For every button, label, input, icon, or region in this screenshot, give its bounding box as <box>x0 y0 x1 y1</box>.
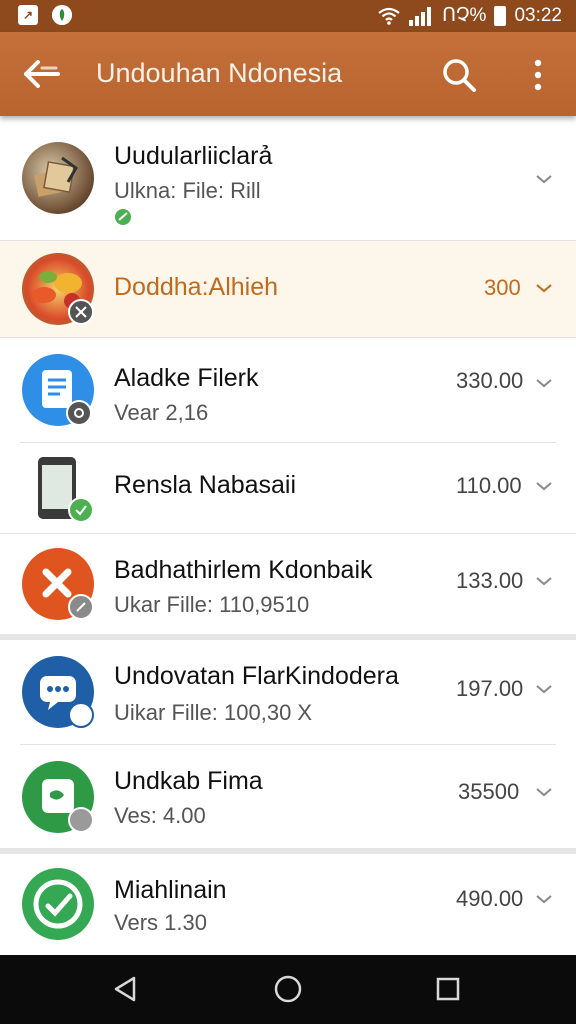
gear-badge-icon <box>66 400 92 426</box>
more-vert-icon <box>534 59 542 91</box>
list-item[interactable]: Badhathirlem Kdonbaik Ukar Fille: 110,95… <box>0 534 576 634</box>
item-subtitle: Vers 1.30 <box>114 910 207 935</box>
status-badge-icon <box>68 702 94 728</box>
check-badge-icon <box>68 497 94 523</box>
item-title: Undovatan FlarKindodera <box>114 662 399 690</box>
home-circle-icon <box>274 975 302 1003</box>
chevron-down-icon[interactable] <box>534 574 554 588</box>
notification-icon: ↗ <box>18 5 38 25</box>
item-value: 133.00 <box>456 568 524 593</box>
search-button[interactable] <box>438 54 482 96</box>
chevron-down-icon[interactable] <box>534 892 554 906</box>
carrier-text: ՈՉ% <box>442 5 487 26</box>
sync-badge-icon <box>68 807 94 833</box>
item-title: Undkab Fima <box>114 767 263 795</box>
chevron-down-icon[interactable] <box>534 682 554 696</box>
item-title: Uudularliiclarả <box>114 142 273 170</box>
status-bar: ↗ ՈՉ% 03:22 <box>0 0 576 32</box>
chevron-down-icon[interactable] <box>534 785 554 799</box>
list-item[interactable]: Undkab Fima Ves: 4.00 35500 <box>0 745 576 848</box>
whatsapp-icon <box>52 5 72 25</box>
tools-badge-icon <box>68 299 94 325</box>
item-title: Rensla Nabasaii <box>114 471 297 499</box>
system-navigation-bar <box>0 955 576 1024</box>
list-item-highlighted[interactable]: Doddha:Alhieh 300 <box>0 241 576 337</box>
search-icon <box>443 59 476 92</box>
nav-home-button[interactable] <box>272 973 304 1005</box>
list-item[interactable]: Undovatan FlarKindodera Uikar Fille: 100… <box>0 640 576 744</box>
check-leaf-icon <box>22 868 94 940</box>
item-value: 35500 <box>458 779 520 804</box>
chevron-down-icon[interactable] <box>534 479 554 493</box>
book-stack-icon <box>22 142 94 214</box>
signal-icon <box>409 6 432 26</box>
item-subtitle: Uikar Fille: 100,30 X <box>114 700 313 725</box>
item-title: Doddha:Alhieh <box>114 273 279 301</box>
page-title: Undouhan Ndonesia <box>96 58 343 88</box>
more-options-button[interactable] <box>520 54 556 96</box>
item-value: 197.00 <box>456 676 524 701</box>
chevron-down-icon[interactable] <box>534 281 554 295</box>
item-value: 330.00 <box>456 368 524 393</box>
back-button[interactable] <box>20 54 64 94</box>
app-bar: Undouhan Ndonesia <box>0 32 576 116</box>
item-subtitle: Ves: 4.00 <box>114 803 206 828</box>
arrow-back-icon <box>24 60 60 88</box>
list-item[interactable]: Rensla Nabasaii 110.00 <box>0 443 576 533</box>
chevron-down-icon[interactable] <box>534 172 554 186</box>
nav-back-button[interactable] <box>110 973 142 1005</box>
list-item[interactable]: Miahlinain Vers 1.30 490.00 <box>0 854 576 955</box>
item-title: Badhathirlem Kdonbaik <box>114 556 373 584</box>
chevron-down-icon[interactable] <box>534 376 554 390</box>
edit-badge-icon <box>68 594 94 620</box>
list-item[interactable]: Aladke Filerk Vear 2,16 330.00 <box>0 338 576 442</box>
item-subtitle: Ukar Fille: 110,9510 <box>114 592 310 617</box>
item-subtitle: Vear 2,16 <box>114 400 209 425</box>
list-item[interactable]: Uudularliiclarả Ulkna: File: Rill <box>0 116 576 240</box>
item-title: Aladke Filerk <box>114 364 259 392</box>
item-value: 490.00 <box>456 886 524 911</box>
clock: 03:22 <box>514 4 562 26</box>
back-triangle-icon <box>114 976 136 1002</box>
battery-icon <box>494 5 507 26</box>
recents-square-icon <box>436 977 460 1001</box>
verified-icon <box>115 209 131 225</box>
item-value: 300 <box>484 275 521 300</box>
nav-recents-button[interactable] <box>432 973 464 1005</box>
item-value: 110.00 <box>456 473 522 498</box>
item-subtitle: Ulkna: File: Rill <box>114 178 261 203</box>
item-title: Miahlinain <box>114 876 227 904</box>
wifi-icon <box>378 7 400 25</box>
